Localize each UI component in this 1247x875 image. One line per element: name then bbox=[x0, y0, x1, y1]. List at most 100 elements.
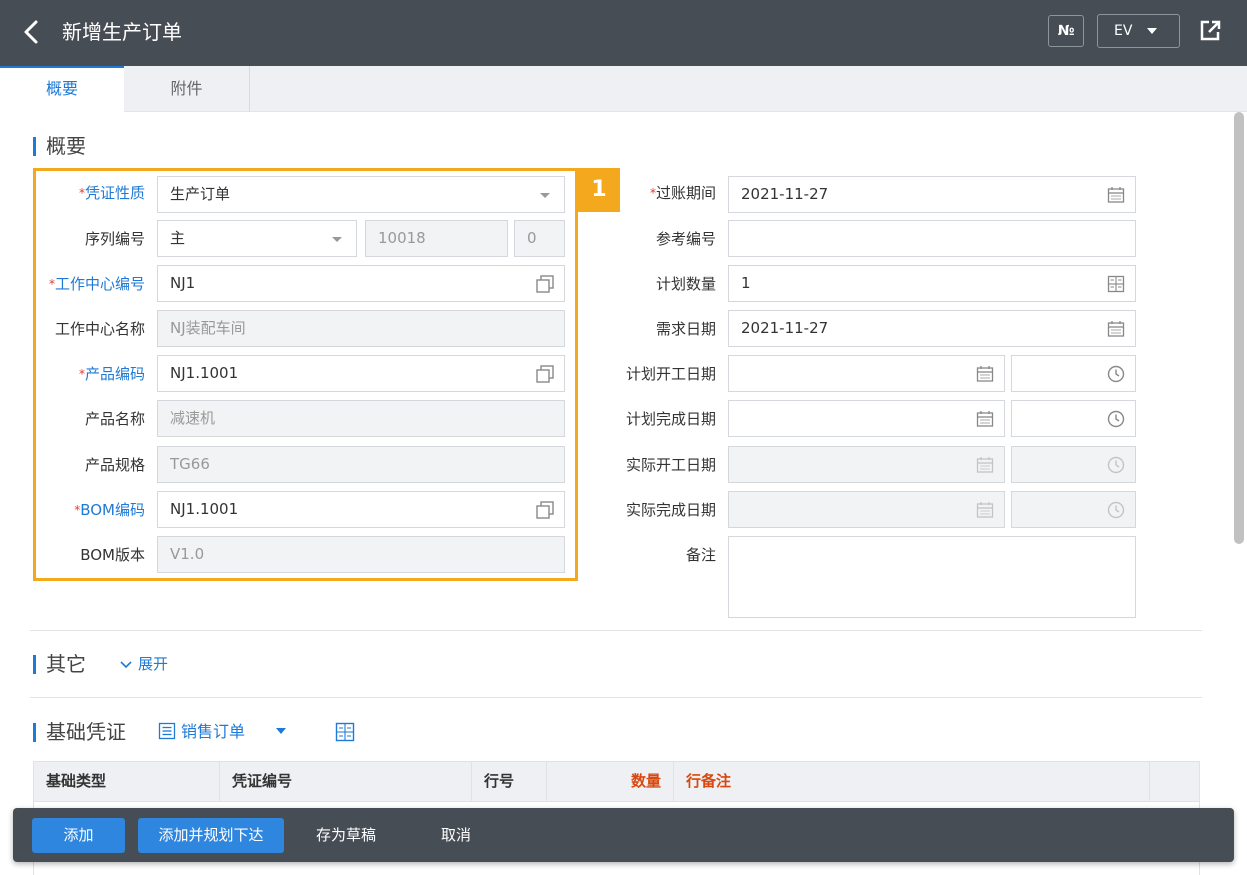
clock-icon bbox=[1107, 456, 1125, 474]
tab-summary[interactable]: 概要 bbox=[0, 66, 124, 112]
workcenter-code-value: NJ1 bbox=[170, 274, 196, 292]
expand-toggle[interactable]: 展开 bbox=[120, 653, 168, 675]
label-serial-no: 序列编号 bbox=[84, 230, 145, 248]
posting-period-input[interactable]: 2021-11-27 bbox=[728, 176, 1136, 213]
clock-icon[interactable] bbox=[1107, 365, 1125, 383]
page-title: 新增生产订单 bbox=[62, 20, 182, 44]
page: 新增生产订单 № EV 概要 附件 概要 *凭证性质 序列编号 *工作中心编号 … bbox=[0, 0, 1247, 875]
language-dropdown[interactable]: EV bbox=[1097, 14, 1180, 48]
clock-icon bbox=[1107, 501, 1125, 519]
tab-bar: 概要 附件 bbox=[0, 66, 1247, 112]
workcenter-name-field: NJ装配车间 bbox=[157, 310, 565, 347]
calendar-icon bbox=[976, 502, 994, 518]
calculator-icon[interactable] bbox=[1107, 275, 1125, 293]
copy-lookup-icon[interactable] bbox=[536, 501, 554, 519]
serial-number-field: 10018 bbox=[365, 220, 508, 257]
add-button[interactable]: 添加 bbox=[32, 818, 125, 853]
serial-suffix-field: 0 bbox=[514, 220, 565, 257]
plan-qty-value: 1 bbox=[741, 274, 751, 292]
label-demand-date: 需求日期 bbox=[655, 320, 716, 338]
product-name-field: 减速机 bbox=[157, 400, 565, 437]
label-ref-no: 参考编号 bbox=[655, 230, 716, 248]
ref-no-input[interactable] bbox=[728, 220, 1136, 257]
header-bar: 新增生产订单 № EV bbox=[0, 0, 1247, 66]
product-spec-field: TG66 bbox=[157, 446, 565, 483]
caret-down-icon bbox=[1147, 28, 1157, 34]
copy-lookup-icon[interactable] bbox=[536, 275, 554, 293]
label-voucher-type: *凭证性质 bbox=[78, 184, 145, 202]
label-remark: 备注 bbox=[685, 546, 716, 564]
actual-finish-date-field bbox=[728, 491, 1005, 528]
label-bom-version: BOM版本 bbox=[80, 546, 145, 564]
label-plan-start: 计划开工日期 bbox=[625, 365, 716, 383]
label-posting-period: *过账期间 bbox=[649, 184, 716, 202]
tab-attachments[interactable]: 附件 bbox=[124, 66, 250, 112]
column-header-voucher-no[interactable]: 凭证编号 bbox=[220, 762, 472, 801]
voucher-type-value: 生产订单 bbox=[170, 185, 231, 203]
language-label: EV bbox=[1114, 23, 1133, 39]
label-workcenter-name: 工作中心名称 bbox=[54, 320, 145, 338]
calculator-icon[interactable] bbox=[335, 722, 355, 742]
scrollbar-thumb[interactable] bbox=[1234, 112, 1244, 544]
caret-down-icon bbox=[276, 728, 287, 734]
export-icon[interactable] bbox=[1197, 18, 1223, 44]
actual-start-date-field bbox=[728, 446, 1005, 483]
label-actual-finish: 实际完成日期 bbox=[625, 501, 716, 519]
plan-start-date-input[interactable] bbox=[728, 355, 1005, 392]
calendar-icon[interactable] bbox=[976, 365, 994, 383]
section-title-other: 其它 bbox=[33, 652, 86, 676]
section-title-summary: 概要 bbox=[33, 134, 86, 158]
calendar-icon bbox=[976, 457, 994, 473]
sales-order-label: 销售订单 bbox=[181, 722, 246, 741]
divider bbox=[30, 697, 1202, 698]
bom-code-input[interactable]: NJ1.1001 bbox=[157, 491, 565, 528]
product-code-input[interactable]: NJ1.1001 bbox=[157, 355, 565, 392]
cancel-button[interactable]: 取消 bbox=[421, 818, 491, 853]
highlight-number-badge: 1 bbox=[578, 168, 620, 212]
voucher-type-select[interactable]: 生产订单 bbox=[157, 176, 565, 213]
back-arrow-icon[interactable] bbox=[16, 17, 46, 47]
actual-finish-time-field bbox=[1011, 491, 1136, 528]
plan-finish-time-input[interactable] bbox=[1011, 400, 1136, 437]
actual-start-time-field bbox=[1011, 446, 1136, 483]
demand-date-input[interactable]: 2021-11-27 bbox=[728, 310, 1136, 347]
plan-finish-date-input[interactable] bbox=[728, 400, 1005, 437]
save-draft-button[interactable]: 存为草稿 bbox=[301, 818, 391, 853]
sales-order-dropdown[interactable]: 销售订单 bbox=[158, 721, 287, 743]
label-product-spec: 产品规格 bbox=[84, 456, 145, 474]
column-header-quantity[interactable]: 数量 bbox=[547, 762, 674, 801]
add-and-plan-button[interactable]: 添加并规划下达 bbox=[138, 818, 284, 853]
chevron-down-icon bbox=[120, 660, 132, 668]
document-list-icon bbox=[158, 722, 176, 740]
plan-start-time-input[interactable] bbox=[1011, 355, 1136, 392]
expand-label: 展开 bbox=[138, 655, 169, 673]
divider bbox=[30, 630, 1202, 631]
label-plan-finish: 计划完成日期 bbox=[625, 410, 716, 428]
workcenter-code-input[interactable]: NJ1 bbox=[157, 265, 565, 302]
serial-prefix-select[interactable]: 主 bbox=[157, 220, 357, 257]
column-header-line-remark[interactable]: 行备注 bbox=[674, 762, 1150, 801]
posting-period-value: 2021-11-27 bbox=[741, 185, 829, 203]
action-bar: 添加 添加并规划下达 存为草稿 取消 bbox=[13, 808, 1234, 862]
clock-icon[interactable] bbox=[1107, 410, 1125, 428]
remark-textarea[interactable] bbox=[728, 536, 1136, 618]
calendar-icon[interactable] bbox=[1107, 320, 1125, 338]
calendar-icon[interactable] bbox=[1107, 186, 1125, 204]
calendar-icon[interactable] bbox=[976, 410, 994, 428]
dropdown-arrow-icon bbox=[332, 237, 342, 242]
label-product-code: *产品编码 bbox=[78, 365, 145, 383]
number-button[interactable]: № bbox=[1048, 15, 1084, 47]
label-plan-qty: 计划数量 bbox=[655, 275, 716, 293]
copy-lookup-icon[interactable] bbox=[536, 365, 554, 383]
label-workcenter-code: *工作中心编号 bbox=[48, 275, 145, 293]
label-bom-code: *BOM编码 bbox=[74, 501, 145, 519]
label-actual-start: 实际开工日期 bbox=[625, 456, 716, 474]
bom-code-value: NJ1.1001 bbox=[170, 500, 239, 518]
product-code-value: NJ1.1001 bbox=[170, 364, 239, 382]
plan-qty-input[interactable]: 1 bbox=[728, 265, 1136, 302]
column-header-line-no[interactable]: 行号 bbox=[472, 762, 547, 801]
column-header-base-type[interactable]: 基础类型 bbox=[34, 762, 220, 801]
serial-prefix-value: 主 bbox=[170, 229, 186, 247]
bom-version-field: V1.0 bbox=[157, 536, 565, 573]
dropdown-arrow-icon bbox=[540, 193, 550, 198]
